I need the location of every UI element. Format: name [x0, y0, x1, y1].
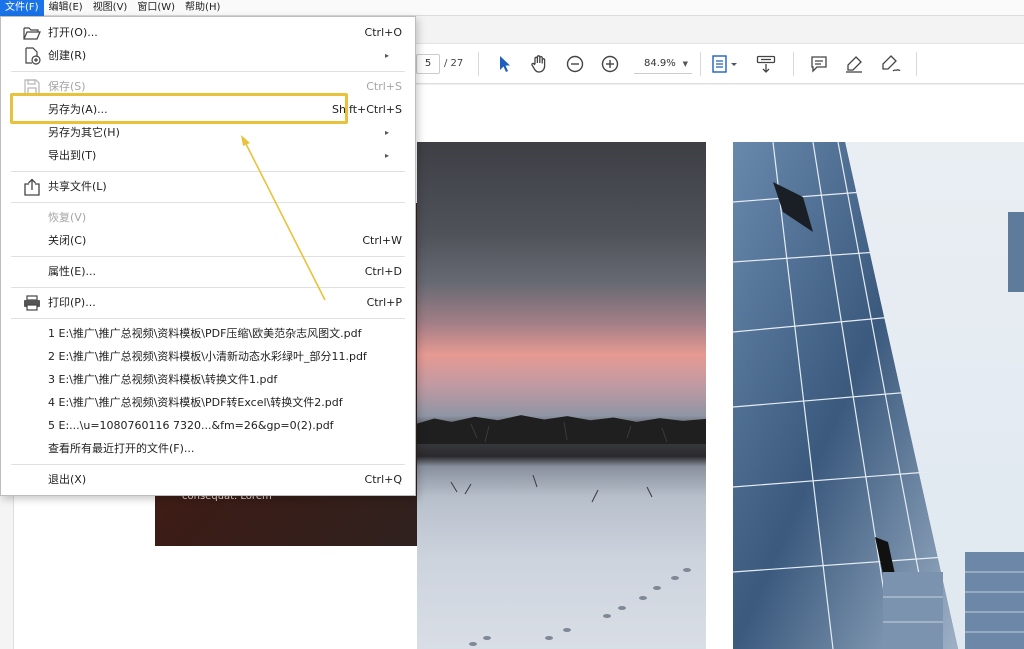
menu-separator [11, 318, 405, 319]
menu-item-properties[interactable]: 属性(E)... Ctrl+D [2, 261, 415, 283]
menu-item-label: 1 E:\推广\推广总视频\资料模板\PDF压缩\欧美范杂志风图文.pdf [48, 327, 362, 340]
menu-item-shortcut: Ctrl+Q [364, 473, 402, 486]
printer-icon [22, 293, 42, 313]
scroll-mode-icon[interactable] [755, 52, 777, 76]
menu-window[interactable]: 窗口(W) [132, 0, 180, 16]
building-graphic [733, 142, 1024, 649]
menu-item-open[interactable]: 打开(O)... Ctrl+O [2, 22, 415, 44]
menu-separator [11, 287, 405, 288]
share-icon [22, 177, 42, 197]
zoom-value: 84.9% [644, 58, 676, 69]
recent-file-item[interactable]: 2 E:\推广\推广总视频\资料模板\小清新动态水彩绿叶_部分11.pdf [2, 346, 415, 368]
menu-item-shortcut: Ctrl+W [362, 234, 402, 247]
file-menu-dropdown: 打开(O)... Ctrl+O 创建(R) ▸ 保存(S) Ctrl+S 另存为… [0, 16, 416, 496]
menu-item-save-as-other[interactable]: 另存为其它(H) ▸ [2, 122, 415, 144]
menu-separator [11, 256, 405, 257]
zoom-select[interactable]: 84.9% ▼ [634, 54, 692, 74]
toolbar-divider [793, 52, 794, 76]
menu-edit[interactable]: 编辑(E) [44, 0, 88, 16]
menu-item-label: 导出到(T) [48, 149, 97, 162]
menu-item-shortcut: Ctrl+O [364, 26, 402, 39]
menu-item-label: 3 E:\推广\推广总视频\资料模板\转换文件1.pdf [48, 373, 278, 386]
menu-item-close[interactable]: 关闭(C) Ctrl+W [2, 230, 415, 252]
comment-icon[interactable] [808, 52, 830, 76]
submenu-arrow-icon: ▸ [384, 151, 389, 160]
menu-item-label: 打开(O)... [48, 26, 98, 39]
menu-item-label: 关闭(C) [48, 234, 87, 247]
menu-item-create[interactable]: 创建(R) ▸ [2, 45, 415, 67]
hand-icon[interactable] [528, 52, 550, 76]
menu-item-label: 4 E:\推广\推广总视频\资料模板\PDF转Excel\转换文件2.pdf [48, 396, 343, 409]
recent-file-item[interactable]: 3 E:\推广\推广总视频\资料模板\转换文件1.pdf [2, 369, 415, 391]
menu-item-share-file[interactable]: 共享文件(L) [2, 176, 415, 198]
menu-item-label: 另存为其它(H) [48, 126, 120, 139]
snow-landscape-photo [417, 142, 706, 649]
submenu-arrow-icon: ▸ [384, 128, 389, 137]
menu-item-label: 查看所有最近打开的文件(F)... [48, 442, 195, 455]
toolbar-divider [916, 52, 917, 76]
recent-file-item[interactable]: 4 E:\推广\推广总视频\资料模板\PDF转Excel\转换文件2.pdf [2, 392, 415, 414]
recent-file-item[interactable]: 1 E:\推广\推广总视频\资料模板\PDF压缩\欧美范杂志风图文.pdf [2, 323, 415, 345]
menu-item-export-to[interactable]: 导出到(T) ▸ [2, 145, 415, 167]
menu-item-print[interactable]: 打印(P)... Ctrl+P [2, 292, 415, 314]
menu-item-label: 退出(X) [48, 473, 87, 486]
footprints-overlay [450, 421, 691, 646]
menu-separator [11, 202, 405, 203]
zoom-in-icon[interactable] [599, 52, 621, 76]
folder-open-icon [22, 23, 42, 43]
menu-help[interactable]: 帮助(H) [180, 0, 225, 16]
menu-item-label: 恢复(V) [48, 211, 87, 224]
create-pdf-icon [22, 46, 42, 66]
submenu-arrow-icon: ▸ [384, 51, 389, 60]
menu-item-label: 5 E:...\u=1080760116 7320...&fm=26&gp=0(… [48, 419, 334, 432]
menu-view[interactable]: 视图(V) [88, 0, 133, 16]
menu-item-label: 创建(R) [48, 49, 87, 62]
page-total: / 27 [444, 58, 464, 69]
menu-item-label: 打印(P)... [48, 296, 96, 309]
recent-file-item[interactable]: 5 E:...\u=1080760116 7320...&fm=26&gp=0(… [2, 415, 415, 437]
menu-item-shortcut: Ctrl+P [366, 296, 402, 309]
menu-item-label: 共享文件(L) [48, 180, 107, 193]
zoom-out-icon[interactable] [564, 52, 586, 76]
menu-item-label: 属性(E)... [48, 265, 97, 278]
save-as-highlight-box [10, 93, 348, 124]
sign-icon[interactable] [878, 52, 902, 76]
toolbar-divider [478, 52, 479, 76]
glass-building-photo [733, 142, 1024, 649]
menu-bar: 文件(F) 编辑(E) 视图(V) 窗口(W) 帮助(H) [0, 0, 1024, 16]
menu-item-exit[interactable]: 退出(X) Ctrl+Q [2, 469, 415, 491]
menu-separator [11, 171, 405, 172]
menu-file[interactable]: 文件(F) [0, 0, 44, 16]
menu-item-view-all-recent[interactable]: 查看所有最近打开的文件(F)... [2, 438, 415, 460]
pointer-icon[interactable] [494, 52, 514, 76]
menu-item-label: 2 E:\推广\推广总视频\资料模板\小清新动态水彩绿叶_部分11.pdf [48, 350, 367, 363]
chevron-down-icon: ▼ [682, 60, 688, 68]
highlight-icon[interactable] [843, 52, 865, 76]
menu-item-revert[interactable]: 恢复(V) [2, 207, 415, 229]
menu-item-shortcut: Ctrl+S [366, 80, 402, 93]
toolbar-divider [700, 52, 701, 76]
menu-separator [11, 464, 405, 465]
menu-item-shortcut: Ctrl+D [364, 265, 402, 278]
page-number-input[interactable]: 5 [416, 54, 440, 74]
menu-separator [11, 71, 405, 72]
page-fit-icon[interactable] [710, 52, 740, 76]
